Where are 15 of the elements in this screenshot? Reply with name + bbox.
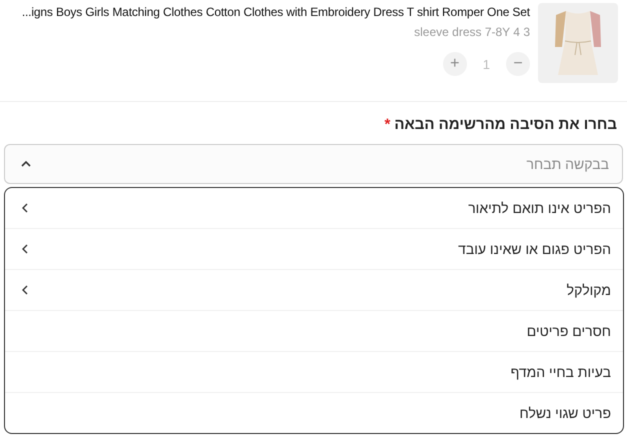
caret-icon — [21, 161, 31, 167]
menu-option[interactable]: הפריט אינו תואם לתיאור — [5, 188, 623, 229]
menu-option[interactable]: הפריט פגום או שאינו עובד — [5, 229, 623, 270]
chevron-icon — [22, 285, 28, 295]
required-mark: * — [384, 116, 390, 134]
menu-option[interactable]: מקולקל — [5, 270, 623, 311]
product-variant: sleeve dress 7-8Y 4 3 — [414, 25, 530, 39]
menu-option[interactable]: חסרים פריטים — [5, 311, 623, 352]
product-title: ...igns Boys Girls Matching Clothes Cotton Clothes with Embroidery Dress T shirt Romper One Set — [22, 5, 530, 19]
menu-option[interactable]: בעיות בחיי המדף — [5, 352, 623, 393]
chevron-icon — [22, 244, 28, 254]
chevron-icon — [22, 203, 28, 213]
quantity-value: 1 — [482, 56, 490, 72]
field-label: בחרו את הסיבה מהרשימה הבאה — [394, 116, 617, 134]
menu-option[interactable]: פריט שגוי נשלח — [5, 393, 623, 433]
